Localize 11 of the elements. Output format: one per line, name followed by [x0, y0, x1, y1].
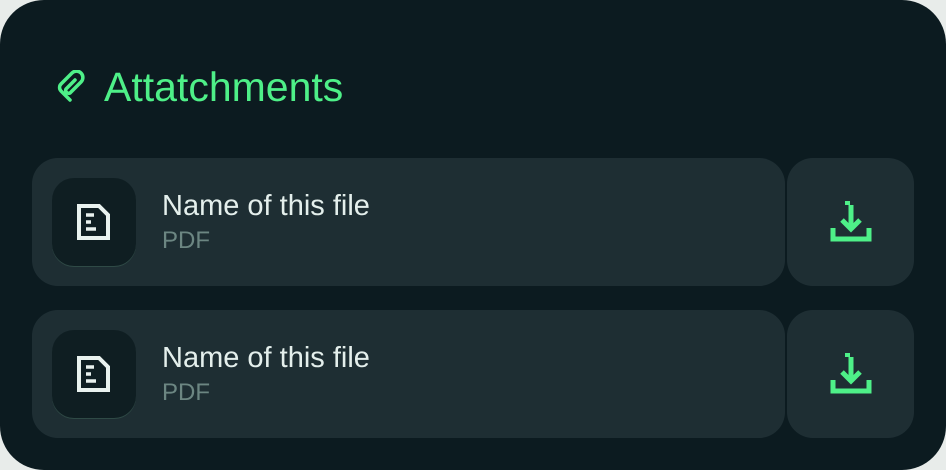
- download-button[interactable]: [787, 158, 914, 286]
- download-icon: [830, 353, 872, 395]
- document-icon: [77, 204, 111, 240]
- file-type: PDF: [162, 226, 211, 254]
- file-type: PDF: [162, 378, 211, 406]
- download-button[interactable]: [787, 310, 914, 438]
- file-name: Name of this file: [162, 342, 370, 374]
- document-icon: [77, 356, 111, 392]
- file-name: Name of this file: [162, 190, 370, 222]
- download-icon: [830, 201, 872, 243]
- section-title: Attatchments: [104, 64, 344, 110]
